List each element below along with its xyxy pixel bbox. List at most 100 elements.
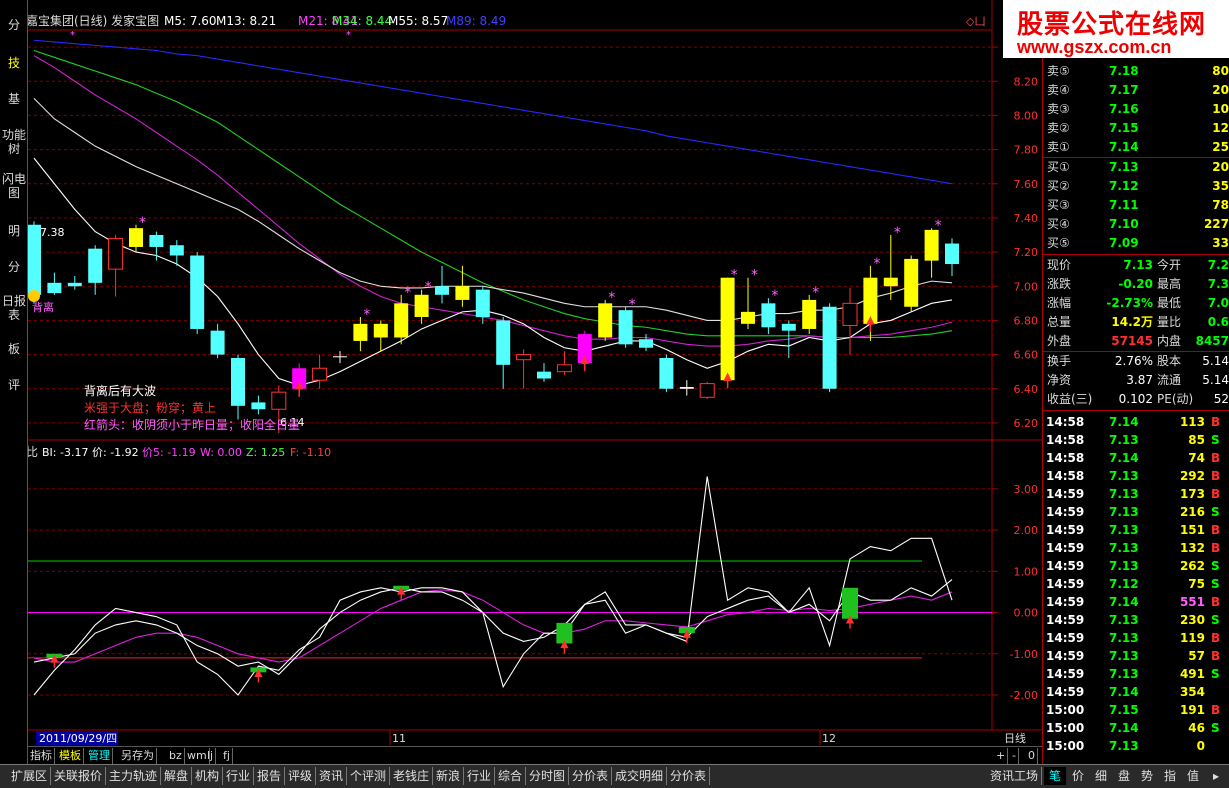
quote-view-tab-5[interactable]: 指 bbox=[1159, 767, 1181, 785]
footer-tab-10[interactable]: 老钱庄 bbox=[390, 767, 434, 785]
tick-direction: S bbox=[1211, 613, 1220, 627]
sell-level-volume: 10 bbox=[1212, 102, 1229, 116]
indicator-tab-2[interactable]: 管理 bbox=[86, 748, 113, 764]
tick-volume: 191 bbox=[1179, 703, 1205, 717]
stat-label: 涨跌 bbox=[1047, 277, 1072, 291]
sell-level-label: 卖④ bbox=[1047, 83, 1070, 97]
stat-value: 3.87 bbox=[1126, 373, 1153, 387]
stat-label: 净资 bbox=[1047, 373, 1072, 387]
zoom-control-0[interactable]: + bbox=[994, 748, 1009, 764]
footer-tab-14[interactable]: 分时图 bbox=[526, 767, 570, 785]
buy-level-volume: 78 bbox=[1212, 198, 1229, 212]
tick-time: 14:59 bbox=[1046, 523, 1085, 537]
tick-time: 14:58 bbox=[1046, 433, 1085, 447]
price-tick-label: 7.80 bbox=[1014, 144, 1039, 157]
window-corner-icons[interactable]: ◇凵 bbox=[966, 15, 985, 28]
indicator-tab-0[interactable]: 指标 bbox=[28, 748, 55, 764]
left-tab-6[interactable]: 分 bbox=[1, 260, 27, 274]
footer-tab-11[interactable]: 新浪 bbox=[433, 767, 465, 785]
tick-volume: 491 bbox=[1179, 667, 1205, 681]
star-marker: * bbox=[139, 215, 146, 231]
sub-f-value: F: -1.10 bbox=[290, 446, 331, 459]
tick-row: 14:58 7.14 113 B bbox=[1043, 413, 1229, 432]
quote-view-tab-1[interactable]: 价 bbox=[1067, 767, 1089, 785]
footer-tab-16[interactable]: 成交明细 bbox=[612, 767, 668, 785]
tick-direction: S bbox=[1211, 505, 1220, 519]
zoom-control-2[interactable]: 0 bbox=[1026, 748, 1038, 764]
stat-label: 最高 bbox=[1157, 277, 1182, 291]
footer-tab-17[interactable]: 分价表 bbox=[667, 767, 711, 785]
tick-direction: B bbox=[1211, 541, 1221, 555]
footer-tab-1[interactable]: 关联报价 bbox=[51, 767, 107, 785]
footer-tab-15[interactable]: 分价表 bbox=[569, 767, 613, 785]
left-tab-8[interactable]: 板 bbox=[1, 342, 27, 356]
sub-tick-label: 3.00 bbox=[1014, 483, 1039, 496]
indicator-tab-4[interactable]: bz bbox=[167, 748, 185, 764]
footer-tab-7[interactable]: 评级 bbox=[285, 767, 317, 785]
left-tab-2[interactable]: 基 bbox=[1, 92, 27, 106]
period-label[interactable]: 日线 bbox=[1004, 731, 1026, 745]
quote-view-tab-0[interactable]: 笔 bbox=[1044, 767, 1066, 785]
quote-view-tab-7[interactable]: ▸ bbox=[1205, 767, 1227, 785]
footer-tab-9[interactable]: 个评测 bbox=[347, 767, 391, 785]
candle bbox=[699, 381, 715, 399]
tick-row: 14:59 7.13 491 S bbox=[1043, 665, 1229, 684]
sell-level-label: 卖③ bbox=[1047, 102, 1070, 116]
footer-tab-0[interactable]: 扩展区 bbox=[8, 767, 52, 785]
left-tab-strip: 分技基功能树 闪电图明分日报表板评 bbox=[0, 0, 28, 764]
footer-tab-4[interactable]: 机构 bbox=[192, 767, 224, 785]
tick-volume: 74 bbox=[1188, 451, 1205, 465]
quote-view-tab-3[interactable]: 盘 bbox=[1113, 767, 1135, 785]
tick-row: 14:59 7.14 354 bbox=[1043, 683, 1229, 702]
left-tab-0[interactable]: 分 bbox=[1, 18, 27, 32]
stat-value: 57145 bbox=[1111, 334, 1153, 348]
tick-row: 14:59 7.13 216 S bbox=[1043, 503, 1229, 522]
footer-tab-5[interactable]: 行业 bbox=[223, 767, 255, 785]
footer-tab-13[interactable]: 综合 bbox=[495, 767, 527, 785]
tick-row: 14:59 7.13 132 B bbox=[1043, 539, 1229, 558]
tick-time: 15:00 bbox=[1046, 721, 1085, 735]
buy-row: 买③ 7.11 78 bbox=[1043, 196, 1229, 215]
ma13-label: M13: 8.21 bbox=[216, 14, 276, 28]
tick-direction: B bbox=[1211, 595, 1221, 609]
footer-info-factory[interactable]: 资讯工场 bbox=[987, 767, 1043, 785]
tick-direction: B bbox=[1211, 451, 1221, 465]
buy-level-label: 买② bbox=[1047, 179, 1070, 193]
footer-tab-8[interactable]: 资讯 bbox=[316, 767, 348, 785]
price-tick-label: 6.80 bbox=[1014, 314, 1039, 327]
left-tab-5[interactable]: 明 bbox=[1, 224, 27, 238]
footer-tab-12[interactable]: 行业 bbox=[464, 767, 496, 785]
indicator-tab-1[interactable]: 模板 bbox=[57, 748, 84, 764]
quote-view-tab-6[interactable]: 值 bbox=[1182, 767, 1204, 785]
stat-row: 换手 2.76% 股本 5.14 bbox=[1043, 352, 1229, 371]
left-tab-9[interactable]: 评 bbox=[1, 378, 27, 392]
footer-tab-2[interactable]: 主力轨迹 bbox=[106, 767, 162, 785]
stat-label: 最低 bbox=[1157, 296, 1182, 310]
tick-time: 14:58 bbox=[1046, 451, 1085, 465]
quote-view-tab-4[interactable]: 势 bbox=[1136, 767, 1158, 785]
tick-direction: S bbox=[1211, 667, 1220, 681]
tick-direction: B bbox=[1211, 703, 1221, 717]
footer-tab-3[interactable]: 解盘 bbox=[161, 767, 193, 785]
stat-label: 流通 bbox=[1157, 373, 1182, 387]
left-tab-4[interactable]: 闪电图 bbox=[1, 172, 27, 200]
star-marker: * bbox=[363, 307, 370, 323]
indicator-tab-3[interactable]: 另存为 bbox=[119, 748, 157, 764]
quote-view-tab-2[interactable]: 细 bbox=[1090, 767, 1112, 785]
tick-time: 14:59 bbox=[1046, 667, 1085, 681]
tick-row: 14:58 7.14 74 B bbox=[1043, 449, 1229, 468]
sell-level-volume: 25 bbox=[1212, 140, 1229, 154]
quote-panel: 卖⑤ 7.18 80 卖④ 7.17 20 卖③ 7.16 10 卖② 7.15 12 卖① 7.14 25… bbox=[1042, 0, 1229, 764]
indicator-tab-6[interactable]: lj bbox=[205, 748, 217, 764]
candle bbox=[190, 252, 205, 335]
zoom-control-1[interactable]: - bbox=[1010, 748, 1019, 764]
tick-direction: B bbox=[1211, 631, 1221, 645]
tick-price: 7.14 bbox=[1109, 451, 1139, 465]
footer-tab-6[interactable]: 报告 bbox=[254, 767, 286, 785]
indicator-tab-7[interactable]: fj bbox=[221, 748, 233, 764]
left-tab-1[interactable]: 技 bbox=[1, 56, 27, 70]
left-tab-7[interactable]: 日报表 bbox=[1, 294, 27, 322]
chart-area: ************* 8.408.208.007.807.607.407.… bbox=[28, 0, 1042, 746]
indicator-toolbar: 指标 模板 管理 另存为 bz wm lj fj + -0 bbox=[28, 746, 1042, 764]
left-tab-3[interactable]: 功能树 bbox=[1, 128, 27, 156]
